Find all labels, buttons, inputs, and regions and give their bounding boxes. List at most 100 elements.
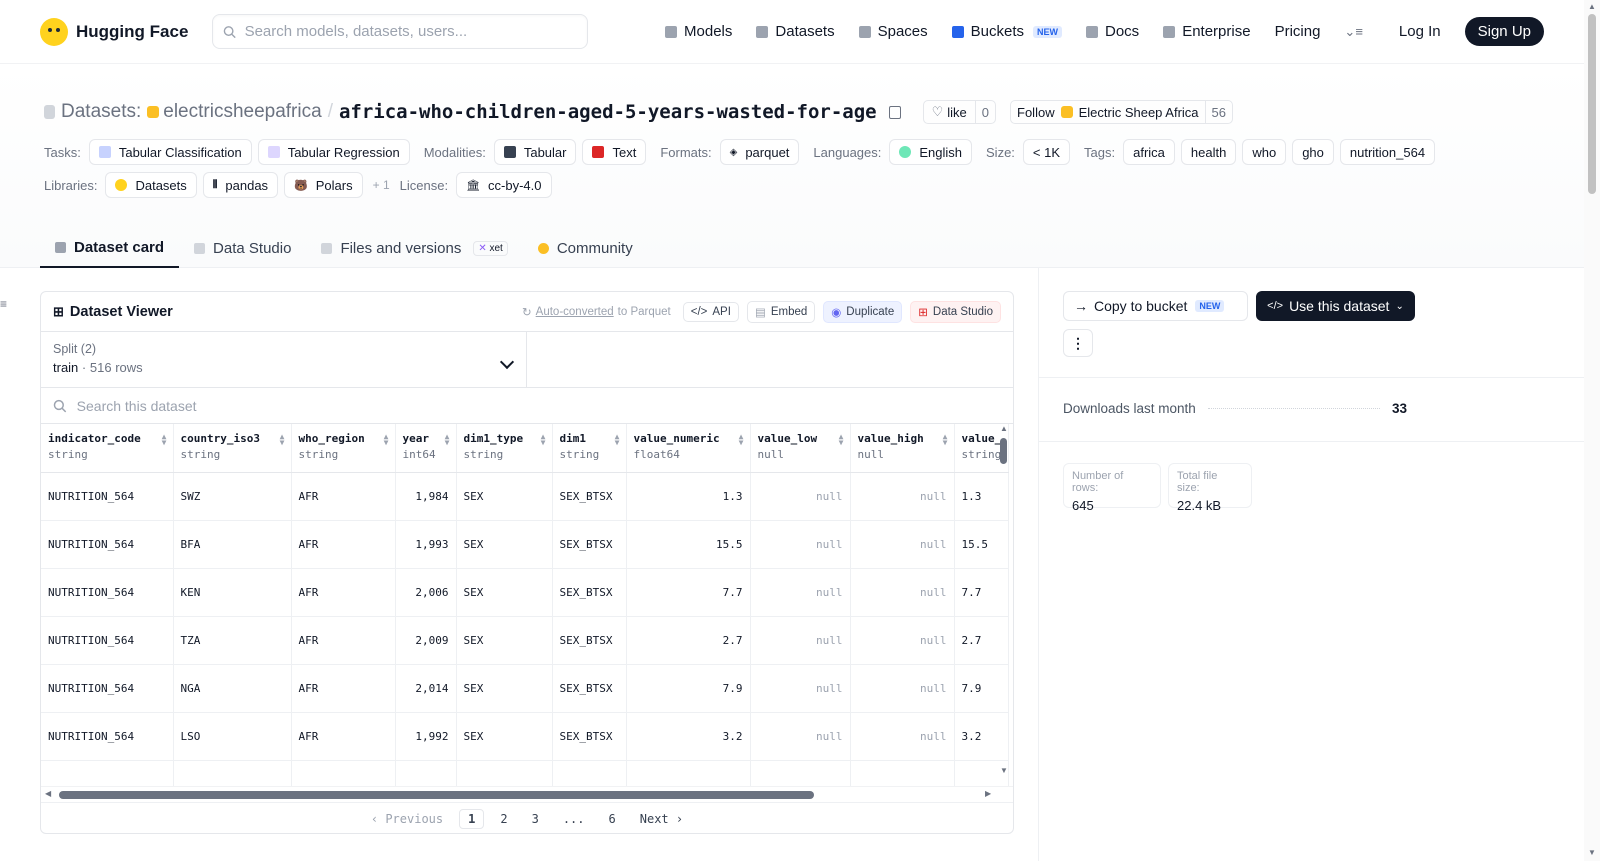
api-button[interactable]: </> API (682, 301, 739, 322)
scroll-thumb[interactable] (1000, 438, 1007, 464)
tag-license[interactable]: 🏛 cc-by-4.0 (456, 172, 552, 198)
table-cell[interactable]: TZA (173, 616, 292, 665)
sort-icon[interactable]: ▲ ▼ (943, 433, 948, 447)
sort-icon[interactable]: ▲ ▼ (739, 433, 744, 447)
sort-icon[interactable]: ▲ ▼ (541, 433, 546, 447)
table-cell[interactable]: null (750, 568, 851, 617)
page-button[interactable]: 3 (524, 810, 547, 828)
nav-datasets[interactable]: Datasets (756, 23, 835, 40)
table-cell[interactable]: null (750, 472, 851, 521)
column-header[interactable]: value_numeric float64 ▲ ▼ (626, 424, 751, 473)
brand-link[interactable]: Hugging Face (40, 17, 188, 46)
column-header[interactable]: dim1 string ▲ ▼ (552, 424, 627, 473)
table-cell[interactable]: 1.3 (626, 472, 751, 521)
table-cell[interactable]: 2,009 (395, 616, 457, 665)
dataset-search-input[interactable] (76, 397, 1001, 414)
table-cell[interactable]: AFR (291, 472, 396, 521)
page-button[interactable]: 1 (459, 809, 485, 829)
tag-tabular-regression[interactable]: Tabular Regression (257, 139, 410, 165)
column-header[interactable]: country_iso3 string ▲ ▼ (173, 424, 292, 473)
table-cell[interactable]: null (750, 616, 851, 665)
table-cell[interactable]: AFR (291, 616, 396, 665)
libraries-more[interactable]: + 1 (373, 178, 390, 192)
login-link[interactable]: Log In (1399, 23, 1441, 40)
table-cell[interactable]: 1,992 (395, 712, 457, 761)
tab-data-studio[interactable]: Data Studio (179, 228, 306, 268)
table-cell[interactable]: NGA (173, 664, 292, 713)
table-cell[interactable]: AFR (291, 568, 396, 617)
org-link[interactable]: electricsheepafrica (147, 101, 322, 123)
tag-gho[interactable]: gho (1292, 139, 1334, 165)
embed-button[interactable]: ▤ Embed (746, 300, 816, 323)
table-cell[interactable]: null (750, 712, 851, 761)
table-cell[interactable]: NUTRITION_564 (41, 520, 174, 569)
table-cell[interactable]: 2.7 (626, 616, 751, 665)
table-cell[interactable]: KEN (173, 568, 292, 617)
table-cell[interactable]: NUTRITION_564 (41, 712, 174, 761)
table-cell[interactable]: SEX (456, 472, 553, 521)
column-header[interactable]: value_high null ▲ ▼ (850, 424, 955, 473)
tag-english[interactable]: English (889, 139, 973, 165)
scroll-up-icon[interactable]: ▲ (1000, 424, 1008, 433)
tab-files-and-versions[interactable]: Files and versions ✕ xet (306, 228, 522, 268)
sort-icon[interactable]: ▲ ▼ (384, 433, 389, 447)
copy-icon[interactable] (888, 105, 901, 119)
duplicate-button[interactable]: ◉ Duplicate (823, 300, 903, 323)
table-cell[interactable]: null (850, 616, 955, 665)
table-cell[interactable]: 15.5 (626, 520, 751, 569)
tag-text[interactable]: Text (582, 139, 647, 165)
table-cell[interactable]: NUTRITION_564 (41, 616, 174, 665)
scroll-down-icon[interactable]: ▼ (1000, 766, 1008, 775)
table-cell[interactable]: SEX_BTSX (552, 616, 627, 665)
column-header[interactable]: dim1_type string ▲ ▼ (456, 424, 553, 473)
tag-who[interactable]: who (1242, 139, 1287, 165)
table-cell[interactable]: null (850, 472, 955, 521)
scroll-thumb[interactable] (59, 791, 814, 799)
column-header[interactable]: value_low null ▲ ▼ (750, 424, 851, 473)
column-header[interactable]: who_region string ▲ ▼ (291, 424, 396, 473)
sidebar-toggle-icon[interactable]: ≡ (0, 297, 7, 311)
table-cell[interactable]: 7.9 (626, 664, 751, 713)
table-row[interactable]: NUTRITION_564 LSO AFR 1,992 SEX SEX_BTSX 3.2 nu… (41, 712, 1010, 761)
tab-dataset-card[interactable]: Dataset card (40, 228, 180, 268)
use-this-dataset-button[interactable]: </> Use this dataset ⌄ (1256, 291, 1415, 321)
tag-health[interactable]: health (1180, 139, 1237, 165)
table-cell[interactable]: SEX_BTSX (552, 568, 627, 617)
horizontal-scrollbar[interactable]: ◀ ▶ (41, 786, 1013, 802)
table-cell[interactable]: null (750, 520, 851, 569)
follow-button[interactable]: Follow Electric Sheep Africa 56 (1010, 100, 1234, 124)
nav-docs[interactable]: Docs (1086, 23, 1139, 40)
tag-datasets-library[interactable]: Datasets (105, 172, 197, 198)
page-button[interactable]: 6 (601, 810, 624, 828)
like-button[interactable]: ♡ like 0 (922, 100, 997, 124)
table-row[interactable]: NUTRITION_564 SWZ AFR 1,984 SEX SEX_BTSX 1.3 nu… (41, 472, 1010, 521)
sort-icon[interactable]: ▲ ▼ (839, 433, 844, 447)
sort-icon[interactable]: ▲ ▼ (445, 433, 450, 447)
datasets-label[interactable]: Datasets: (44, 101, 141, 123)
more-options-button[interactable]: ⋮ (1063, 329, 1093, 357)
table-cell[interactable]: NUTRITION_564 (41, 472, 174, 521)
column-header[interactable]: year int64 ▲ ▼ (395, 424, 457, 473)
sort-icon[interactable]: ▲ ▼ (280, 433, 285, 447)
signup-button[interactable]: Sign Up (1464, 17, 1544, 46)
table-cell[interactable]: SEX (456, 712, 553, 761)
table-cell[interactable]: 3.2 (626, 712, 751, 761)
tag-tabular-classification[interactable]: Tabular Classification (88, 139, 252, 165)
table-row[interactable]: NUTRITION_564 BFA AFR 1,993 SEX SEX_BTSX 15.5 n… (41, 520, 1010, 569)
table-cell[interactable]: null (850, 712, 955, 761)
table-cell[interactable]: SWZ (173, 472, 292, 521)
table-cell[interactable]: SEX_BTSX (552, 472, 627, 521)
table-row[interactable]: NUTRITION_564 TZA AFR 2,009 SEX SEX_BTSX 2.7 nu… (41, 616, 1010, 665)
table-cell[interactable]: SEX (456, 568, 553, 617)
nav-spaces[interactable]: Spaces (858, 23, 928, 40)
table-cell[interactable]: SEX (456, 664, 553, 713)
tag-tabular[interactable]: Tabular (493, 139, 577, 165)
split-selector[interactable]: Split (2) train · 516 rows (41, 332, 527, 387)
tag-africa[interactable]: africa (1123, 139, 1175, 165)
page-button[interactable]: 2 (492, 810, 515, 828)
table-cell[interactable]: SEX_BTSX (552, 520, 627, 569)
repo-name[interactable]: africa-who-children-aged-5-years-wasted-… (339, 101, 877, 123)
nav-enterprise[interactable]: Enterprise (1163, 23, 1251, 40)
auto-converted-link[interactable]: Auto-converted (536, 306, 614, 318)
table-cell[interactable]: SEX_BTSX (552, 664, 627, 713)
